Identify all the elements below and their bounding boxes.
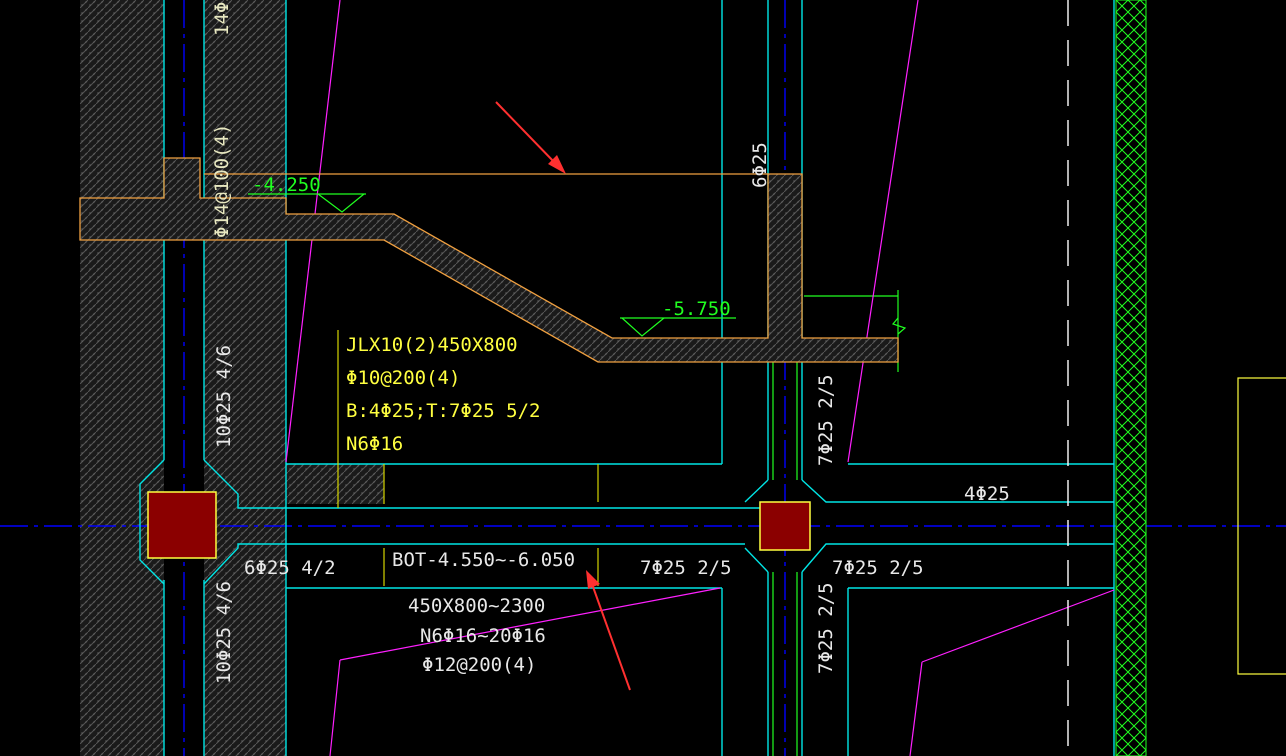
label-left-beam-bottom: 6Φ25 4/2 (244, 557, 336, 579)
beam-outlines (139, 0, 1115, 756)
cad-drawing: -4.250 -5.750 14Φ25 Φ14@100(4) 6Φ25 JLX1… (0, 0, 1286, 756)
label-rebar-stirrup-vertical: Φ14@100(4) (211, 124, 233, 238)
label-beam2-size: 450X800~2300 (408, 595, 545, 617)
label-bot-range: BOT-4.550~-6.050 (392, 549, 575, 571)
column-right (759, 501, 811, 551)
label-rebar-wall-6: 6Φ25 (749, 142, 771, 188)
beam-bt: B:4Φ25;T:7Φ25 5/2 (346, 400, 540, 422)
label-vertical-7-lower: 7Φ25 2/5 (815, 582, 837, 674)
crosshatch-wall (1115, 0, 1147, 756)
column-left (147, 491, 217, 559)
label-elev-bottom: -5.750 (662, 298, 731, 320)
beam-n: N6Φ16 (346, 433, 403, 455)
section-profile (79, 157, 899, 363)
beam-stirrup: Φ10@200(4) (346, 367, 460, 389)
label-beam2-n: N6Φ16~20Φ16 (420, 625, 546, 647)
label-vertical-7-upper: 7Φ25 2/5 (815, 374, 837, 466)
label-rebar-top-vertical: 14Φ25 (211, 0, 233, 36)
beam-title: JLX10(2)450X800 (346, 334, 518, 356)
label-elev-top: -4.250 (252, 174, 321, 196)
label-right-4: 4Φ25 (964, 483, 1010, 505)
label-beam2-stirrup: Φ12@200(4) (422, 654, 536, 676)
label-mid-right-7-b: 7Φ25 2/5 (832, 557, 924, 579)
label-left-col-upper: 10Φ25 4/6 (213, 345, 235, 448)
grid-axes (0, 0, 1286, 756)
break-symbol (891, 317, 907, 335)
label-mid-right-7-a: 7Φ25 2/5 (640, 557, 732, 579)
label-left-col-lower: 10Φ25 4/6 (213, 581, 235, 684)
